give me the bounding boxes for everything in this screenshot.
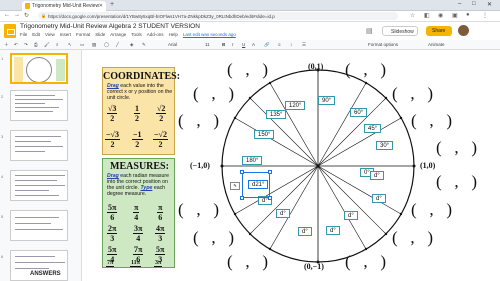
degree-box[interactable]: d° [344, 211, 358, 220]
degree-box[interactable]: 45° [364, 124, 382, 133]
coordinate-slot[interactable]: ( , ) [392, 228, 433, 248]
degree-box[interactable]: d° [298, 227, 312, 236]
degree-box[interactable]: 135° [266, 110, 287, 119]
resize-handle[interactable] [240, 170, 244, 174]
coordinate-slot[interactable]: ( , ) [193, 84, 234, 104]
coordinate-slot[interactable]: ( , ) [345, 252, 386, 272]
degree-box[interactable]: 90° [318, 96, 336, 105]
degree-box[interactable]: d° [372, 194, 386, 203]
coordinate-slot[interactable]: ( , ) [436, 172, 477, 192]
resize-handle[interactable] [268, 170, 272, 174]
point-label-left: (−1,0) [190, 161, 210, 170]
resize-handle[interactable] [240, 196, 244, 200]
degree-box[interactable]: 180° [242, 156, 263, 165]
coordinate-slot[interactable]: ( , ) [436, 138, 477, 158]
coordinate-slot[interactable]: ( , ) [193, 228, 234, 248]
resize-handle[interactable] [268, 196, 272, 200]
coordinate-slot[interactable]: ( , ) [178, 200, 219, 220]
degree-box[interactable]: 150° [254, 130, 275, 139]
coordinate-slot[interactable]: ( , ) [227, 252, 268, 272]
point-label-right: (1,0) [420, 161, 436, 170]
coordinate-slot[interactable]: ( , ) [345, 60, 386, 80]
degree-box[interactable]: d° [326, 226, 340, 235]
degree-box[interactable]: d° [276, 209, 290, 218]
coordinate-slot[interactable]: ( , ) [392, 84, 433, 104]
selected-degree-box[interactable]: d21° [248, 180, 269, 189]
alt-text-icon[interactable]: ✎ [230, 182, 240, 190]
coordinate-slot[interactable]: ( , ) [411, 200, 452, 220]
point-label-bottom: (0,−1) [304, 262, 324, 271]
coordinate-slot[interactable]: ( , ) [411, 111, 452, 131]
degree-box[interactable]: 30° [376, 141, 394, 150]
degree-box[interactable]: d° [370, 171, 384, 180]
degree-box[interactable]: 120° [285, 101, 306, 110]
coordinate-slot[interactable]: ( , ) [178, 111, 219, 131]
point-label-top: (0,1) [308, 62, 324, 71]
coordinate-slot[interactable]: ( , ) [227, 60, 268, 80]
degree-box[interactable]: 60° [350, 108, 368, 117]
